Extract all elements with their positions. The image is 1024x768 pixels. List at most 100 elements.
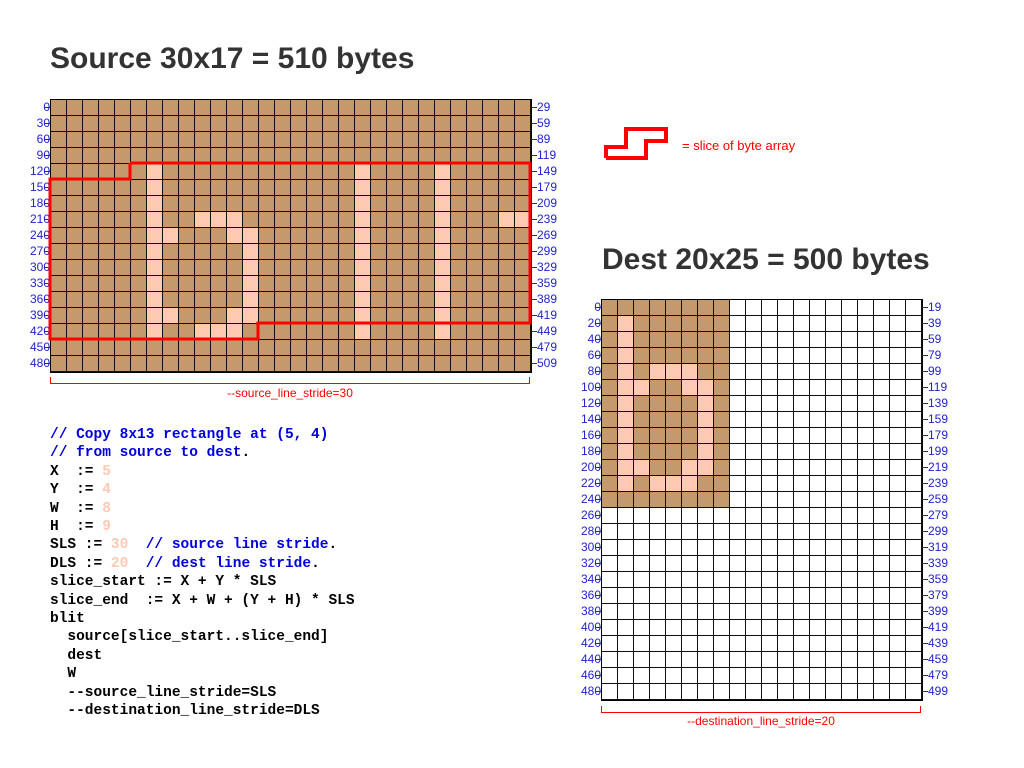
grid-cell: [115, 228, 131, 244]
grid-cell: [339, 228, 355, 244]
grid-cell: [794, 652, 810, 668]
axis-label-right: 239: [928, 476, 949, 490]
grid-cell: [483, 308, 499, 324]
grid-cell: [147, 292, 163, 308]
grid-cell: [906, 300, 922, 316]
grid-cell: [227, 164, 243, 180]
grid-cell: [778, 620, 794, 636]
axis-tick: [922, 675, 928, 676]
axis-label-right: 379: [928, 588, 949, 602]
grid-cell: [842, 364, 858, 380]
grid-cell: [467, 356, 483, 372]
grid-cell: [51, 228, 67, 244]
grid-cell: [451, 356, 467, 372]
grid-cell: [99, 340, 115, 356]
dest-byte-grid[interactable]: [601, 299, 923, 701]
grid-cell: [810, 684, 826, 700]
grid-cell: [682, 620, 698, 636]
grid-cell: [858, 460, 874, 476]
grid-cell: [618, 620, 634, 636]
grid-cell: [810, 668, 826, 684]
grid-cell: [51, 212, 67, 228]
grid-cell: [451, 228, 467, 244]
grid-cell: [371, 212, 387, 228]
grid-cell: [874, 556, 890, 572]
grid-cell: [163, 292, 179, 308]
source-byte-grid[interactable]: [50, 99, 532, 373]
grid-cell: [682, 508, 698, 524]
grid-cell: [746, 636, 762, 652]
axis-tick: [44, 283, 50, 284]
code-token: .: [328, 537, 338, 554]
grid-cell: [259, 116, 275, 132]
grid-cell: [307, 164, 323, 180]
grid-cell: [698, 684, 714, 700]
grid-cell: [906, 396, 922, 412]
grid-cell: [890, 604, 906, 620]
grid-cell: [195, 100, 211, 116]
grid-cell: [99, 116, 115, 132]
axis-tick: [922, 659, 928, 660]
grid-cell: [842, 684, 858, 700]
grid-cell: [387, 196, 403, 212]
grid-cell: [147, 276, 163, 292]
grid-cell: [51, 292, 67, 308]
grid-cell: [650, 364, 666, 380]
grid-cell: [99, 308, 115, 324]
grid-cell: [666, 604, 682, 620]
grid-cell: [890, 412, 906, 428]
code-line: // Copy 8x13 rectangle at (5, 4): [50, 426, 355, 444]
grid-cell: [682, 348, 698, 364]
grid-cell: [339, 324, 355, 340]
grid-cell: [794, 636, 810, 652]
axis-label-right: 459: [928, 652, 949, 666]
grid-cell: [858, 300, 874, 316]
grid-cell: [355, 292, 371, 308]
axis-label-right: 119: [928, 380, 948, 394]
grid-cell: [163, 148, 179, 164]
grid-cell: [746, 300, 762, 316]
axis-label-right: 499: [928, 684, 949, 698]
grid-cell: [602, 604, 618, 620]
grid-cell: [890, 492, 906, 508]
grid-cell: [195, 148, 211, 164]
grid-cell: [778, 524, 794, 540]
code-token: --source_line_stride=SLS: [50, 684, 277, 701]
grid-cell: [451, 260, 467, 276]
grid-cell: [195, 356, 211, 372]
axis-tick: [595, 435, 601, 436]
axis-tick: [595, 323, 601, 324]
grid-cell: [666, 332, 682, 348]
grid-cell: [698, 508, 714, 524]
grid-cell: [810, 460, 826, 476]
grid-cell: [515, 100, 531, 116]
axis-tick: [531, 251, 537, 252]
grid-cell: [243, 100, 259, 116]
grid-cell: [666, 652, 682, 668]
grid-cell: [682, 588, 698, 604]
grid-cell: [387, 132, 403, 148]
axis-tick: [531, 155, 537, 156]
grid-cell: [67, 148, 83, 164]
grid-cell: [355, 308, 371, 324]
grid-cell: [730, 620, 746, 636]
grid-cell: [890, 332, 906, 348]
axis-label-right: 319: [928, 540, 949, 554]
grid-cell: [634, 348, 650, 364]
grid-cell: [243, 116, 259, 132]
grid-cell: [650, 444, 666, 460]
grid-cell: [778, 412, 794, 428]
grid-cell: [666, 508, 682, 524]
grid-cell: [163, 116, 179, 132]
grid-cell: [243, 340, 259, 356]
grid-cell: [698, 380, 714, 396]
grid-cell: [355, 148, 371, 164]
grid-cell: [499, 356, 515, 372]
grid-cell: [195, 228, 211, 244]
grid-cell: [259, 212, 275, 228]
grid-cell: [195, 132, 211, 148]
grid-cell: [746, 684, 762, 700]
grid-cell: [419, 132, 435, 148]
grid-cell: [874, 508, 890, 524]
grid-cell: [778, 396, 794, 412]
